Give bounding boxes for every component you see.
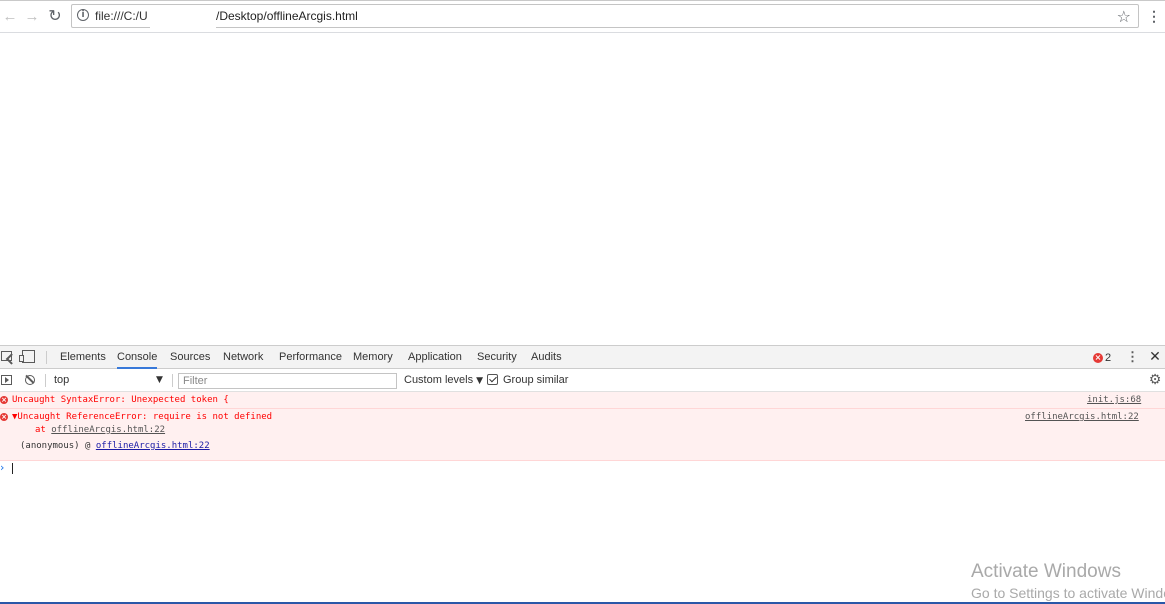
error-icon: × <box>0 396 8 404</box>
anon-link[interactable]: offlineArcgis.html:22 <box>96 441 210 451</box>
log-levels-dropdown[interactable]: Custom levels ▼ <box>404 373 483 389</box>
dropdown-arrow-icon: ▼ <box>156 375 163 385</box>
divider <box>45 374 46 387</box>
url-text-prefix: file:///C:/U <box>95 9 148 23</box>
console-sidebar-icon[interactable] <box>1 375 12 385</box>
browser-menu-button[interactable]: ⋮ <box>1147 7 1161 25</box>
tab-application[interactable]: Application <box>408 346 462 368</box>
reload-button[interactable]: ↻ <box>46 6 64 26</box>
tab-performance[interactable]: Performance <box>279 346 342 368</box>
error-count: 2 <box>1105 351 1112 364</box>
watermark-title: Activate Windows <box>971 561 1121 582</box>
device-toolbar-icon[interactable] <box>19 350 35 363</box>
error-icon: × <box>1093 352 1103 363</box>
arrow-left-icon: ← <box>2 7 18 25</box>
tab-audits[interactable]: Audits <box>531 346 562 368</box>
dropdown-arrow-icon: ▼ <box>476 376 484 386</box>
tab-console[interactable]: Console <box>117 346 158 369</box>
console-filter-bar: top ▼ Custom levels ▼ Group similar ⚙ <box>0 369 1165 392</box>
group-similar-checkbox[interactable] <box>487 374 498 385</box>
error-count-badge[interactable]: × 2 <box>1093 351 1111 364</box>
three-dots-vertical-icon: ⋮ <box>1147 8 1161 24</box>
source-link[interactable]: offlineArcgis.html:22 <box>1025 412 1139 422</box>
url-text-suffix: /Desktop/offlineArcgis.html <box>216 9 358 23</box>
context-selector[interactable]: top <box>54 372 167 388</box>
anon-prefix: (anonymous) @ <box>20 441 96 451</box>
stack-link[interactable]: offlineArcgis.html:22 <box>51 425 165 435</box>
forward-button[interactable]: → <box>23 6 41 26</box>
tab-elements[interactable]: Elements <box>60 346 106 368</box>
source-link[interactable]: init.js:68 <box>1087 395 1141 405</box>
star-icon[interactable]: ☆ <box>1117 7 1131 26</box>
reload-icon: ↻ <box>48 8 62 25</box>
divider <box>46 351 47 364</box>
error-text[interactable]: ▼Uncaught ReferenceError: require is not… <box>12 412 272 422</box>
tab-security[interactable]: Security <box>477 346 517 368</box>
devtools-tab-bar: Elements Console Sources Network Perform… <box>0 346 1165 369</box>
back-button[interactable]: ← <box>1 6 19 26</box>
group-similar-label: Group similar <box>503 374 569 386</box>
address-bar[interactable]: i file:///C:/U /Desktop/offlineArcgis.ht… <box>71 4 1139 29</box>
console-prompt-icon: › <box>0 461 5 474</box>
levels-label: Custom levels <box>404 374 474 386</box>
console-filter-input[interactable] <box>178 373 397 389</box>
tab-sources[interactable]: Sources <box>170 346 210 368</box>
info-icon[interactable]: i <box>77 9 89 21</box>
arrow-right-icon: → <box>24 7 40 25</box>
page-viewport <box>0 33 1165 345</box>
tabstrip-edge <box>0 0 1165 1</box>
close-icon: ✕ <box>1149 349 1161 365</box>
console-message-error: × ▼Uncaught ReferenceError: require is n… <box>0 409 1165 461</box>
clear-console-icon[interactable] <box>25 375 35 385</box>
tab-network[interactable]: Network <box>223 346 263 368</box>
stack-frame: at offlineArcgis.html:22 <box>35 425 165 435</box>
stack-prefix: at <box>35 425 52 435</box>
devtools-menu-button[interactable]: ⋮ <box>1126 349 1139 365</box>
watermark-subtitle: Go to Settings to activate Windows. <box>971 585 1165 601</box>
console-message-error: × Uncaught SyntaxError: Unexpected token… <box>0 392 1165 409</box>
stack-frame-anonymous: (anonymous) @ offlineArcgis.html:22 <box>20 441 210 451</box>
inspect-element-icon[interactable] <box>1 351 12 361</box>
error-text: Uncaught SyntaxError: Unexpected token { <box>12 395 229 405</box>
divider <box>172 374 173 387</box>
error-icon: × <box>0 413 8 421</box>
context-value: top <box>54 374 70 386</box>
redacted-username <box>150 5 216 29</box>
devtools-close-button[interactable]: ✕ <box>1149 349 1161 365</box>
tab-memory[interactable]: Memory <box>353 346 393 368</box>
activation-watermark: Activate Windows Go to Settings to activ… <box>971 561 1165 604</box>
three-dots-vertical-icon: ⋮ <box>1126 349 1139 364</box>
browser-toolbar: ← → ↻ i file:///C:/U /Desktop/offlineArc… <box>0 0 1165 33</box>
gear-icon[interactable]: ⚙ <box>1148 372 1162 388</box>
console-input-cursor[interactable] <box>12 463 13 474</box>
